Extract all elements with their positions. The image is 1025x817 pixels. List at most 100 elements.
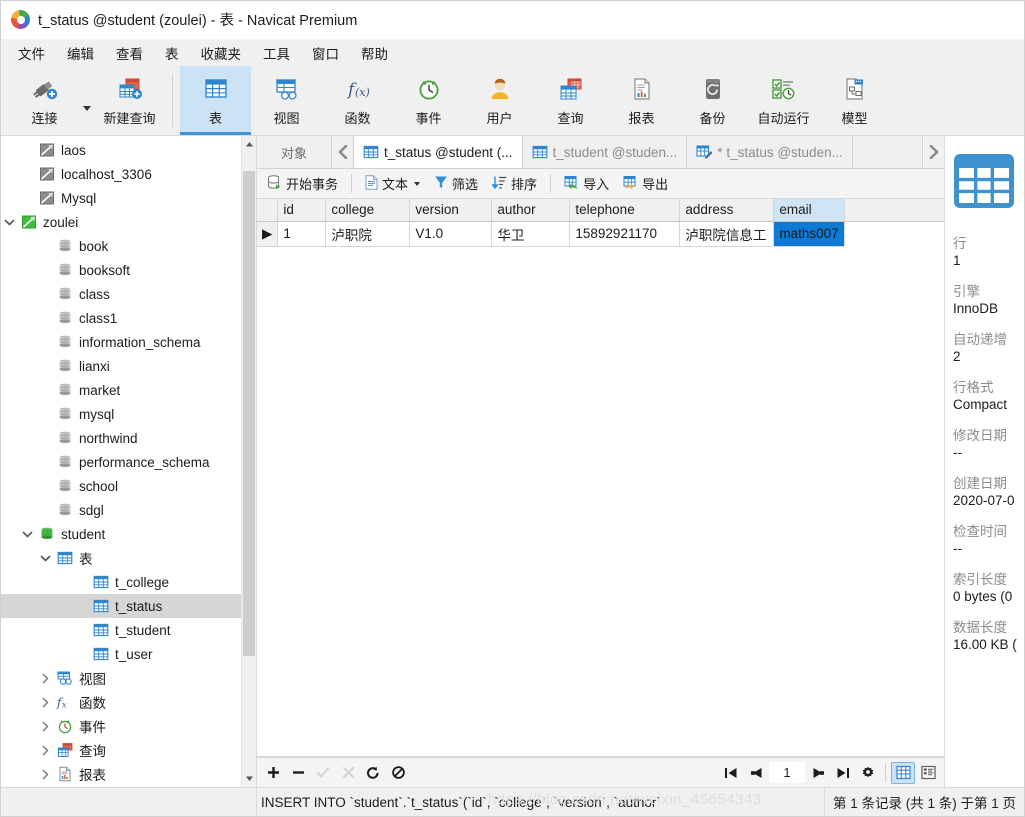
sidebar-scroll-thumb[interactable]	[243, 171, 255, 656]
object-tree[interactable]: laos localhost_3306 Mysql zoulei book booksof…	[1, 136, 256, 787]
chevron-right-icon[interactable]	[37, 673, 54, 684]
ribbon-user[interactable]: 用户	[464, 66, 535, 135]
delete-record-button[interactable]	[286, 762, 310, 784]
chevron-right-icon[interactable]	[37, 721, 54, 732]
tree-node-class1[interactable]: class1	[1, 306, 256, 330]
tree-node-t_status[interactable]: t_status	[1, 594, 256, 618]
tree-node--[interactable]: 表	[1, 546, 256, 570]
menu-window[interactable]: 窗口	[301, 40, 350, 66]
chevron-right-icon[interactable]	[37, 745, 54, 756]
export-button[interactable]: 导出	[617, 171, 674, 196]
menu-file[interactable]: 文件	[7, 40, 56, 66]
ribbon-new-query[interactable]: 新建查询	[94, 66, 165, 135]
tree-node-mysql[interactable]: Mysql	[1, 186, 256, 210]
ribbon-automation[interactable]: 自动运行	[748, 66, 819, 135]
tree-node-school[interactable]: school	[1, 474, 256, 498]
tree-node-zoulei[interactable]: zoulei	[1, 210, 256, 234]
tree-node--[interactable]: 事件	[1, 714, 256, 738]
first-record-button[interactable]	[719, 762, 743, 784]
connection-dropdown-caret-icon[interactable]	[80, 66, 94, 135]
grid-cell-address[interactable]: 泸职院信息工	[679, 221, 775, 247]
grid-column-header-college[interactable]: college	[325, 199, 411, 222]
chevron-right-icon[interactable]	[37, 697, 54, 708]
tree-node--[interactable]: 视图	[1, 666, 256, 690]
text-button[interactable]: 文本	[359, 171, 426, 196]
text-dropdown-caret-icon[interactable]	[414, 181, 421, 186]
menu-tools[interactable]: 工具	[252, 40, 301, 66]
row-marker-icon[interactable]: ▶	[257, 221, 279, 247]
menu-view[interactable]: 查看	[105, 40, 154, 66]
ribbon-event[interactable]: 事件	[393, 66, 464, 135]
tree-node-performance_schema[interactable]: performance_schema	[1, 450, 256, 474]
table-row[interactable]: ▶ 1 泸职院 V1.0 华卫 15892921170 泸职院信息工 maths007	[257, 221, 944, 247]
scroll-down-arrow-icon[interactable]	[242, 770, 256, 787]
tree-node-sdgl[interactable]: sdgl	[1, 498, 256, 522]
stop-button[interactable]	[386, 762, 410, 784]
grid-settings-button[interactable]	[856, 762, 880, 784]
ribbon-report[interactable]: 报表	[606, 66, 677, 135]
ribbon-query[interactable]: 查询	[535, 66, 606, 135]
tree-node-northwind[interactable]: northwind	[1, 426, 256, 450]
next-record-button[interactable]	[806, 762, 830, 784]
tree-node--[interactable]: 查询	[1, 738, 256, 762]
tab-t-student-data[interactable]: t_student @studen...	[522, 136, 688, 168]
grid-cell-version[interactable]: V1.0	[409, 221, 493, 247]
add-record-button[interactable]	[261, 762, 285, 784]
grid-cell-college[interactable]: 泸职院	[325, 221, 411, 247]
tree-node--[interactable]: f x 函数	[1, 690, 256, 714]
ribbon-model[interactable]: 模型	[819, 66, 890, 135]
sidebar-scroll-track[interactable]	[242, 153, 256, 770]
ribbon-connection[interactable]: 连接	[9, 66, 80, 135]
apply-change-button[interactable]	[311, 762, 335, 784]
chevron-down-icon[interactable]	[19, 529, 36, 540]
sort-button[interactable]: 排序	[486, 171, 543, 196]
page-number-input[interactable]: 1	[769, 762, 805, 783]
data-grid[interactable]: id college version author telephone address em…	[257, 199, 944, 247]
tree-node-localhost_3306[interactable]: localhost_3306	[1, 162, 256, 186]
form-view-button[interactable]	[916, 762, 940, 784]
data-grid-container[interactable]: id college version author telephone address em…	[257, 199, 944, 757]
tree-node-mysql[interactable]: mysql	[1, 402, 256, 426]
menu-help[interactable]: 帮助	[350, 40, 399, 66]
grid-cell-telephone[interactable]: 15892921170	[569, 221, 681, 247]
editor-tabs[interactable]: t_status @student (... t_student @studen.…	[354, 136, 922, 168]
tree-node-t_college[interactable]: t_college	[1, 570, 256, 594]
tab-t-status-design[interactable]: * t_status @studen...	[687, 136, 853, 168]
tree-node-t_student[interactable]: t_student	[1, 618, 256, 642]
grid-column-header-version[interactable]: version	[409, 199, 493, 222]
tree-node-lianxi[interactable]: lianxi	[1, 354, 256, 378]
ribbon-backup[interactable]: 备份	[677, 66, 748, 135]
last-record-button[interactable]	[831, 762, 855, 784]
ribbon-function[interactable]: f (x) 函数	[322, 66, 393, 135]
chevron-right-icon[interactable]	[37, 769, 54, 780]
grid-cell-id[interactable]: 1	[277, 221, 327, 247]
chevron-left-icon[interactable]	[332, 136, 354, 168]
grid-column-header-author[interactable]: author	[491, 199, 571, 222]
grid-view-button[interactable]	[891, 761, 915, 784]
ribbon-view[interactable]: 视图	[251, 66, 322, 135]
scroll-up-arrow-icon[interactable]	[242, 136, 256, 153]
begin-transaction-button[interactable]: 开始事务	[261, 171, 344, 196]
tree-node-student[interactable]: student	[1, 522, 256, 546]
tree-node-laos[interactable]: laos	[1, 138, 256, 162]
chevron-down-icon[interactable]	[1, 217, 18, 228]
tree-node-t_user[interactable]: t_user	[1, 642, 256, 666]
tree-node-booksoft[interactable]: booksoft	[1, 258, 256, 282]
menu-edit[interactable]: 编辑	[56, 40, 105, 66]
tree-node-class[interactable]: class	[1, 282, 256, 306]
tree-node-book[interactable]: book	[1, 234, 256, 258]
grid-column-header-telephone[interactable]: telephone	[569, 199, 681, 222]
tree-node-information_schema[interactable]: information_schema	[1, 330, 256, 354]
menu-favorites[interactable]: 收藏夹	[190, 40, 253, 66]
ribbon-table[interactable]: 表	[180, 66, 251, 135]
chevron-down-icon[interactable]	[37, 553, 54, 564]
grid-column-header-email[interactable]: email	[773, 199, 845, 222]
tree-node-market[interactable]: market	[1, 378, 256, 402]
tree-node--[interactable]: 报表	[1, 762, 256, 786]
tab-objects[interactable]: 对象	[257, 136, 332, 168]
grid-column-header-address[interactable]: address	[679, 199, 775, 222]
grid-cell-email[interactable]: maths007	[773, 221, 845, 247]
refresh-button[interactable]	[361, 762, 385, 784]
grid-column-header-id[interactable]: id	[277, 199, 327, 222]
sidebar-scrollbar[interactable]	[241, 136, 256, 787]
